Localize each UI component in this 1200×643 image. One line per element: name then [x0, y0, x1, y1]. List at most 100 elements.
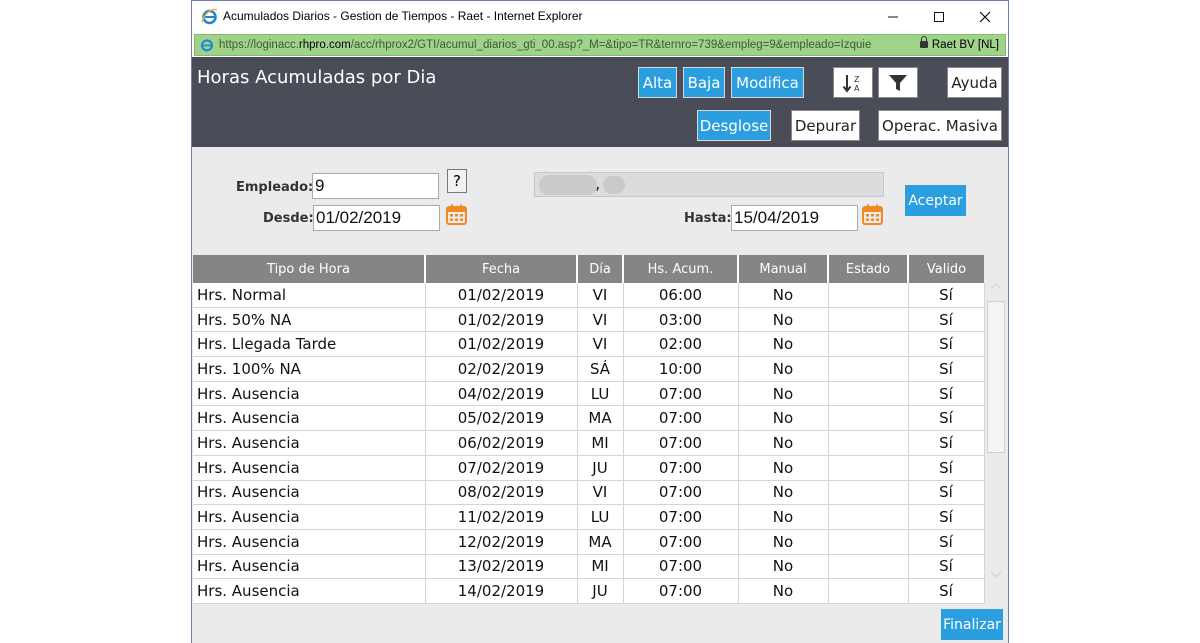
tipo-de-hora-cell: Hrs. Ausencia	[193, 455, 426, 481]
scrollbar-thumb[interactable]	[987, 301, 1005, 453]
employee-name-field: ,	[534, 172, 884, 197]
dia-cell: VI	[577, 283, 624, 308]
valido-cell: Sí	[908, 529, 985, 555]
table-row[interactable]: Hrs. Ausencia 05/02/2019 MA 07:00 No Sí	[193, 405, 985, 432]
site-identity[interactable]: Raet BV [NL]	[919, 36, 999, 51]
fecha-cell: 14/02/2019	[425, 578, 578, 604]
table-row[interactable]: Hrs. Normal 01/02/2019 VI 06:00 No Sí	[193, 283, 985, 308]
manual-cell: No	[738, 331, 829, 358]
calendar-icon[interactable]	[862, 204, 883, 225]
desde-label: Desde:	[263, 211, 314, 226]
tipo-de-hora-cell: Hrs. Ausencia	[193, 504, 426, 530]
tipo-de-hora-cell: Hrs. Llegada Tarde	[193, 331, 426, 358]
maximize-icon	[934, 11, 944, 22]
table-row[interactable]: Hrs. Ausencia 14/02/2019 JU 07:00 No Sí	[193, 578, 985, 604]
fecha-cell: 12/02/2019	[425, 529, 578, 555]
fecha-cell: 11/02/2019	[425, 504, 578, 530]
hasta-date-field[interactable]: 15/04/2019	[731, 205, 858, 231]
column-header-tipo-de-hora[interactable]: Tipo de Hora	[193, 255, 426, 283]
estado-cell	[828, 455, 909, 481]
sort-button[interactable]: Z A	[833, 67, 873, 98]
manual-cell: No	[738, 578, 829, 604]
close-button[interactable]	[962, 1, 1008, 32]
empleado-field[interactable]: 9	[312, 173, 439, 199]
tipo-de-hora-cell: Hrs. Ausencia	[193, 480, 426, 506]
hs-acum-cell: 07:00	[623, 430, 739, 456]
table-header-row: Tipo de Hora Fecha Día Hs. Acum. Manual …	[193, 255, 984, 283]
modifica-button[interactable]: Modifica	[731, 67, 804, 98]
ayuda-button[interactable]: Ayuda	[947, 67, 1002, 98]
close-icon	[979, 11, 991, 22]
estado-cell	[828, 578, 909, 604]
filter-button[interactable]	[878, 67, 918, 98]
dia-cell: MI	[577, 554, 624, 580]
desglose-button[interactable]: Desglose	[697, 110, 771, 141]
table-row[interactable]: Hrs. Ausencia 07/02/2019 JU 07:00 No Sí	[193, 455, 985, 481]
column-header-fecha[interactable]: Fecha	[425, 255, 578, 283]
manual-cell: No	[738, 529, 829, 555]
valido-cell: Sí	[908, 356, 985, 382]
manual-cell: No	[738, 554, 829, 580]
fecha-cell: 01/02/2019	[425, 307, 578, 333]
dia-cell: JU	[577, 455, 624, 481]
chevron-up-icon[interactable]	[990, 281, 1002, 293]
table-row[interactable]: Hrs. Ausencia 06/02/2019 MI 07:00 No Sí	[193, 430, 985, 456]
table-row[interactable]: Hrs. Ausencia 13/02/2019 MI 07:00 No Sí	[193, 554, 985, 580]
table-row[interactable]: Hrs. 50% NA 01/02/2019 VI 03:00 No Sí	[193, 307, 985, 333]
valido-cell: Sí	[908, 283, 985, 308]
dia-cell: MA	[577, 529, 624, 555]
svg-text:Z: Z	[854, 75, 860, 84]
url-text[interactable]: https://loginacc.rhpro.com/acc/rhprox2/G…	[219, 39, 919, 51]
redacted-name	[603, 176, 625, 194]
table-row[interactable]: Hrs. Ausencia 12/02/2019 MA 07:00 No Sí	[193, 529, 985, 555]
table-row[interactable]: Hrs. Ausencia 11/02/2019 LU 07:00 No Sí	[193, 504, 985, 530]
fecha-cell: 13/02/2019	[425, 554, 578, 580]
fecha-cell: 02/02/2019	[425, 356, 578, 382]
valido-cell: Sí	[908, 455, 985, 481]
minimize-button[interactable]	[870, 1, 916, 32]
baja-button[interactable]: Baja	[683, 67, 725, 98]
valido-cell: Sí	[908, 405, 985, 432]
column-header-estado[interactable]: Estado	[828, 255, 909, 283]
content-area: Empleado: 9 ? , Desde: 01/02/2019 Hasta:…	[192, 147, 1008, 643]
estado-cell	[828, 554, 909, 580]
alta-button[interactable]: Alta	[638, 67, 677, 98]
desde-date-field[interactable]: 01/02/2019	[313, 205, 440, 231]
finalizar-button[interactable]: Finalizar	[941, 609, 1003, 640]
chevron-down-icon[interactable]	[990, 568, 1002, 580]
tipo-de-hora-cell: Hrs. Ausencia	[193, 529, 426, 555]
hs-acum-cell: 07:00	[623, 405, 739, 432]
grid-scrollbar[interactable]	[985, 255, 1007, 605]
redacted-name	[539, 175, 597, 195]
table-row[interactable]: Hrs. 100% NA 02/02/2019 SÁ 10:00 No Sí	[193, 356, 985, 382]
sort-za-icon: Z A	[842, 74, 860, 93]
maximize-button[interactable]	[916, 1, 962, 32]
employee-help-button[interactable]: ?	[447, 169, 467, 193]
column-header-hs-acum[interactable]: Hs. Acum.	[623, 255, 739, 283]
hs-acum-cell: 07:00	[623, 381, 739, 407]
dia-cell: MA	[577, 405, 624, 432]
aceptar-button[interactable]: Aceptar	[905, 185, 966, 216]
calendar-icon[interactable]	[446, 204, 467, 225]
page-title: Horas Acumuladas por Dia	[197, 67, 437, 88]
hs-acum-cell: 07:00	[623, 480, 739, 506]
table-row[interactable]: Hrs. Llegada Tarde 01/02/2019 VI 02:00 No Sí	[193, 331, 985, 358]
page-header: Horas Acumuladas por Dia Alta Baja Modif…	[192, 57, 1008, 147]
minimize-icon	[888, 16, 898, 17]
hs-acum-cell: 07:00	[623, 578, 739, 604]
column-header-dia[interactable]: Día	[577, 255, 624, 283]
filter-icon	[889, 74, 907, 91]
fecha-cell: 04/02/2019	[425, 381, 578, 407]
operac-masiva-button[interactable]: Operac. Masiva	[878, 110, 1002, 141]
table-row[interactable]: Hrs. Ausencia 08/02/2019 VI 07:00 No Sí	[193, 480, 985, 506]
dia-cell: VI	[577, 331, 624, 358]
table-row[interactable]: Hrs. Ausencia 04/02/2019 LU 07:00 No Sí	[193, 381, 985, 407]
hours-table: Tipo de Hora Fecha Día Hs. Acum. Manual …	[193, 255, 985, 604]
estado-cell	[828, 504, 909, 530]
address-bar[interactable]: https://loginacc.rhpro.com/acc/rhprox2/G…	[194, 34, 1006, 56]
column-header-valido[interactable]: Valido	[908, 255, 984, 283]
hs-acum-cell: 07:00	[623, 455, 739, 481]
manual-cell: No	[738, 480, 829, 506]
column-header-manual[interactable]: Manual	[738, 255, 829, 283]
depurar-button[interactable]: Depurar	[791, 110, 860, 141]
